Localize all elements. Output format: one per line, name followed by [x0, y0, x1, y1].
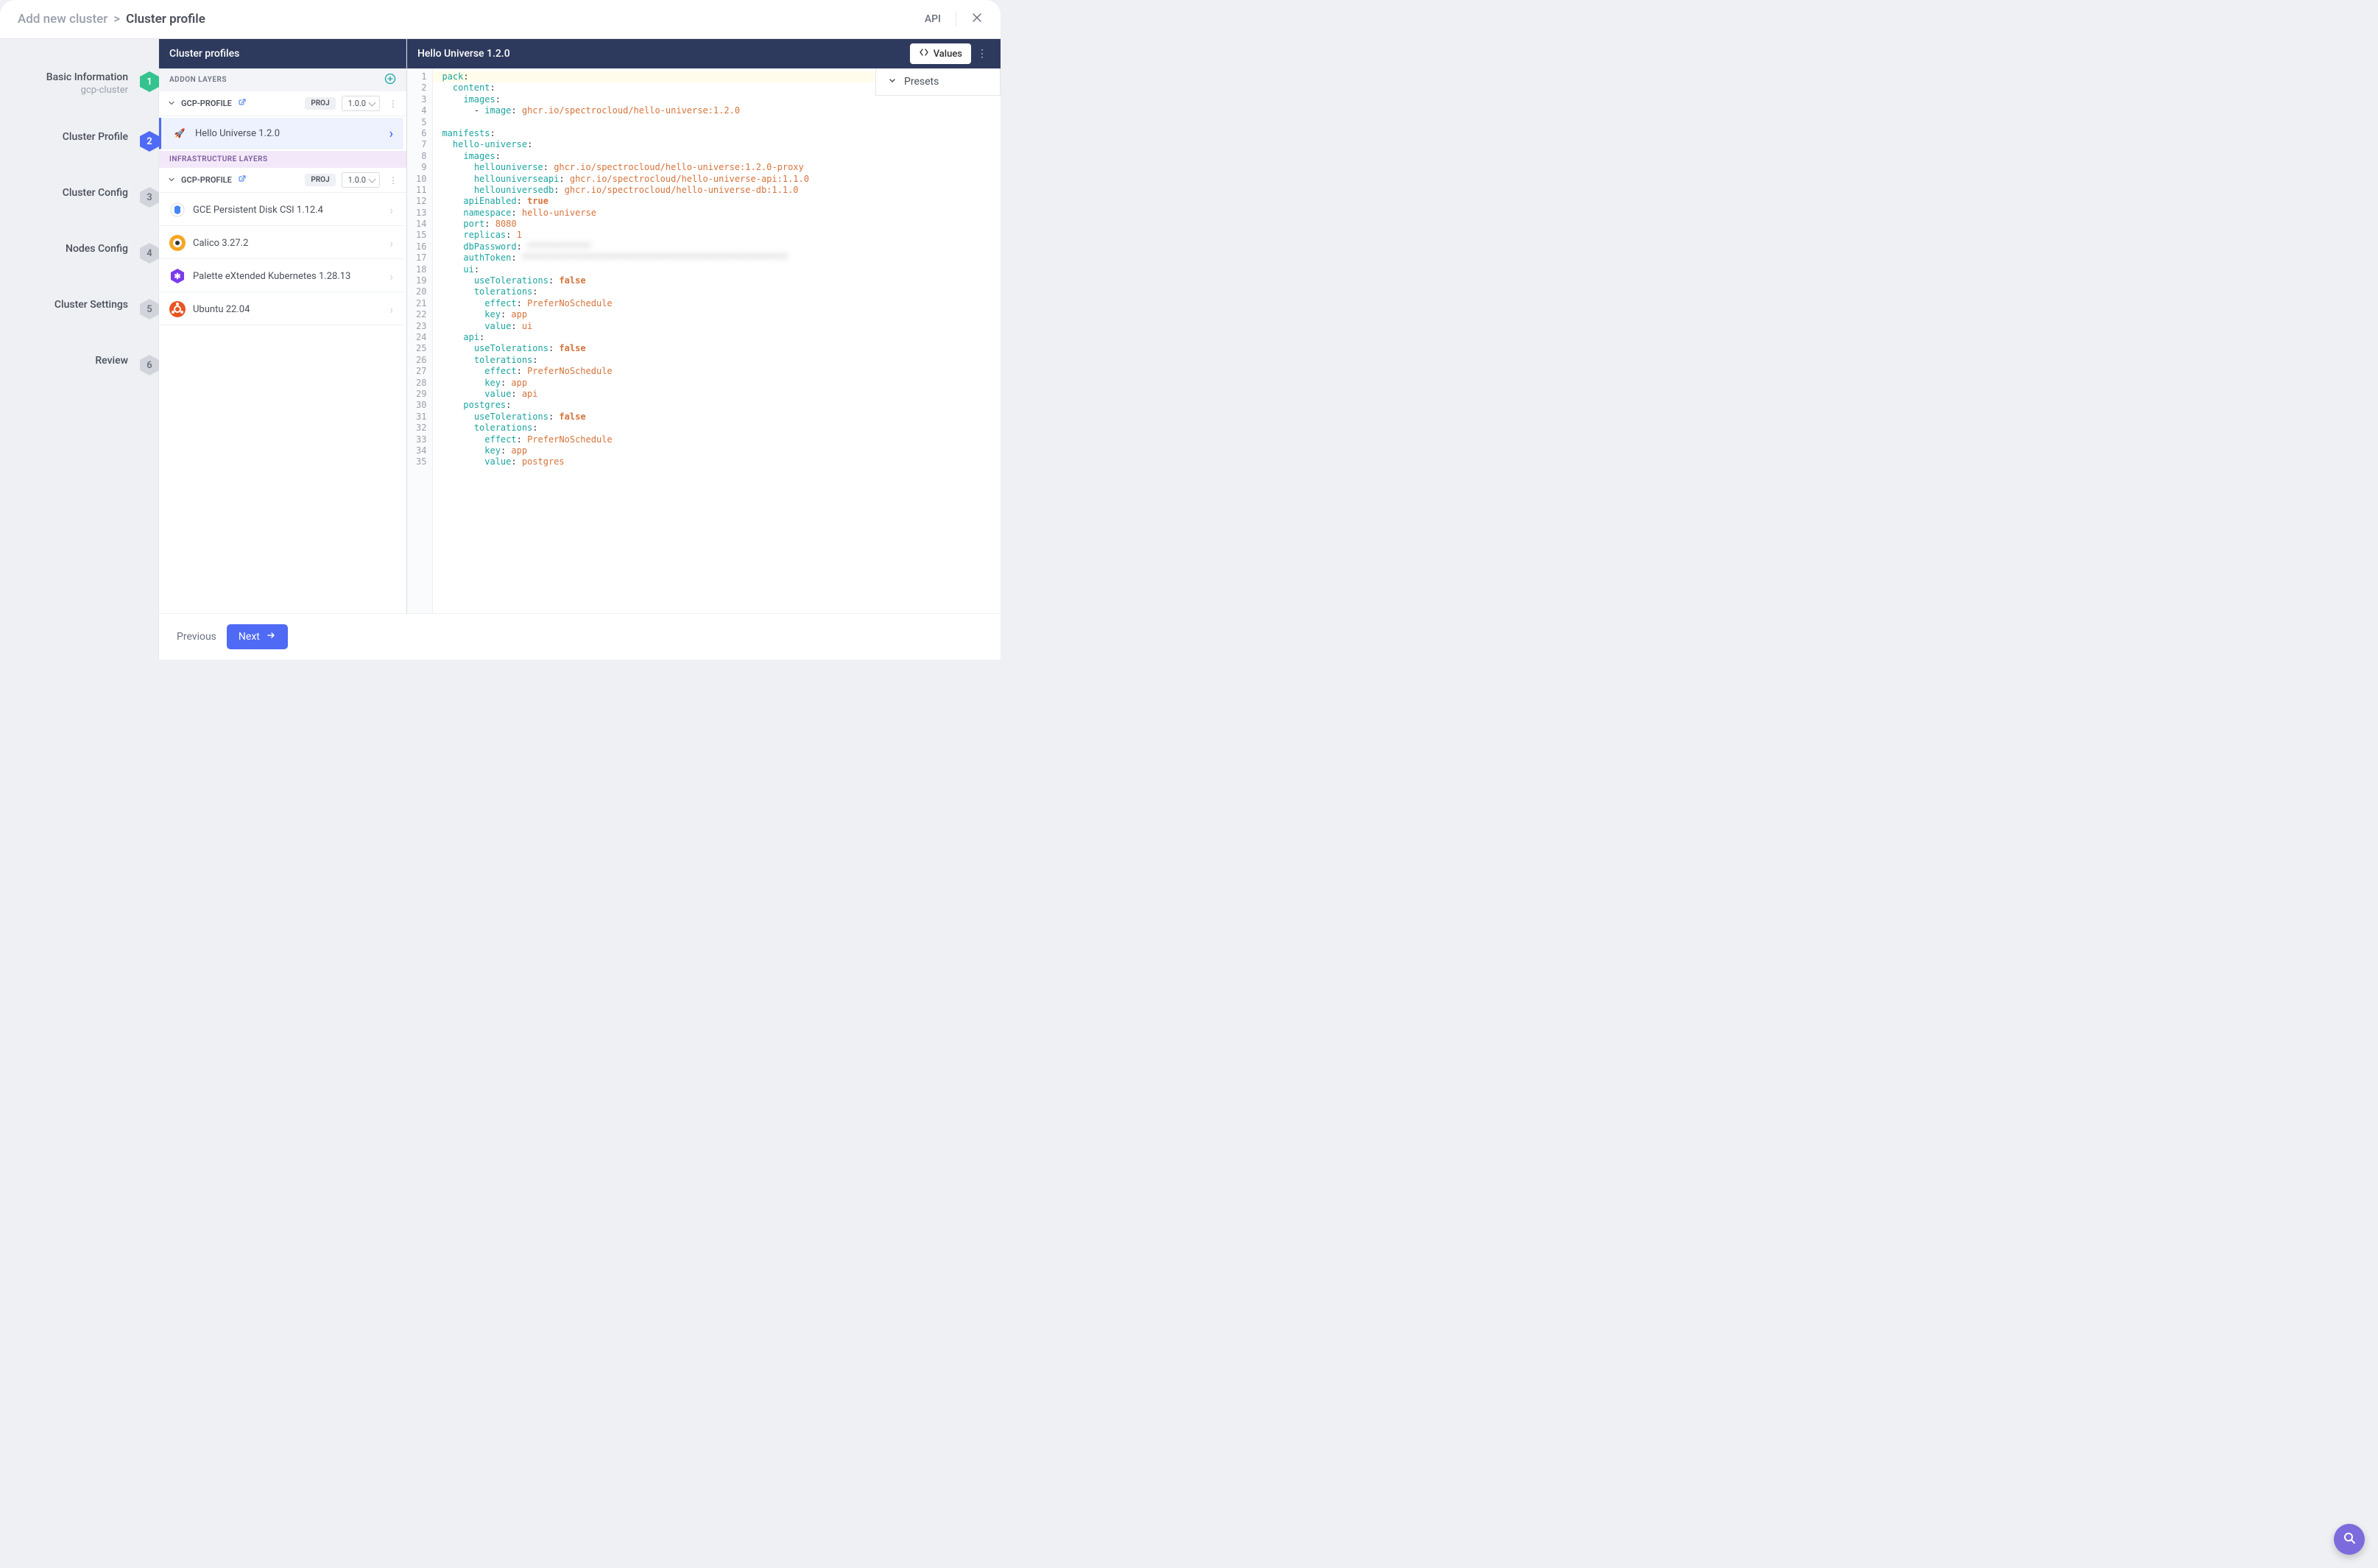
step-6[interactable]: Review 6 — [0, 355, 158, 375]
layer-item[interactable]: GCE Persistent Disk CSI 1.12.4 — [159, 194, 403, 226]
step-badge: 2 — [140, 131, 159, 152]
profile-name[interactable]: GCP-PROFILE — [181, 99, 232, 108]
kebab-icon[interactable]: ⋮ — [389, 99, 398, 109]
step-badge: 5 — [140, 299, 159, 319]
step-title: Cluster Settings — [54, 299, 128, 311]
step-badge: 4 — [140, 243, 159, 264]
step-3[interactable]: Cluster Config 3 — [0, 187, 158, 208]
infra-section-label: INFRASTRUCTURE LAYERS — [169, 155, 268, 163]
step-title: Cluster Profile — [63, 131, 128, 143]
step-title: Review — [95, 355, 128, 367]
layer-item[interactable]: Calico 3.27.2 — [159, 227, 403, 259]
wizard-stepper: Basic Information gcp-cluster 1 Cluster Pro… — [0, 39, 159, 660]
breadcrumb-current: Cluster profile — [126, 12, 205, 27]
previous-button[interactable]: Previous — [177, 631, 216, 643]
svg-text:✱: ✱ — [174, 272, 180, 281]
step-4[interactable]: Nodes Config 4 — [0, 243, 158, 264]
kebab-icon[interactable]: ⋮ — [389, 175, 398, 186]
scope-badge: PROJ — [305, 174, 335, 186]
step-badge: 3 — [140, 187, 159, 208]
step-badge: 6 — [140, 355, 159, 375]
infra-profile-row: GCP-PROFILE PROJ 1.0.0 ⋮ — [159, 168, 406, 193]
layers-panel-title: Cluster profiles — [159, 39, 406, 68]
close-icon[interactable] — [971, 12, 983, 27]
infra-section-header: INFRASTRUCTURE LAYERS — [159, 151, 406, 168]
step-1[interactable]: Basic Information gcp-cluster 1 — [0, 71, 158, 96]
values-button-label: Values — [934, 49, 962, 60]
help-fab[interactable] — [2334, 1524, 2365, 1555]
next-button[interactable]: Next — [227, 624, 288, 649]
editor-panel: Hello Universe 1.2.0 Values ⋮ 1234567891… — [406, 39, 1001, 613]
arrow-right-icon — [266, 630, 276, 643]
next-button-label: Next — [239, 631, 260, 643]
link-icon[interactable] — [238, 98, 247, 109]
step-subtitle: gcp-cluster — [46, 85, 128, 96]
step-5[interactable]: Cluster Settings 5 — [0, 299, 158, 319]
link-icon[interactable] — [238, 174, 247, 186]
api-link[interactable]: API — [925, 13, 941, 25]
breadcrumb-separator: > — [113, 12, 120, 27]
values-button[interactable]: Values — [910, 43, 971, 64]
chevron-down-icon — [888, 76, 897, 88]
addon-section-label: ADDON LAYERS — [169, 76, 227, 84]
addon-section-header: ADDON LAYERS — [159, 68, 406, 91]
profile-name[interactable]: GCP-PROFILE — [181, 175, 232, 185]
search-icon — [2342, 1530, 2357, 1548]
layer-name: Hello Universe 1.2.0 — [195, 128, 280, 139]
layer-name: Ubuntu 22.04 — [193, 304, 250, 315]
step-title: Cluster Config — [63, 187, 128, 199]
step-title: Basic Information — [46, 71, 128, 83]
step-badge: 1 — [140, 71, 159, 92]
step-title: Nodes Config — [66, 243, 128, 255]
step-2[interactable]: Cluster Profile 2 — [0, 131, 158, 152]
editor-title: Hello Universe 1.2.0 — [417, 48, 510, 60]
version-select[interactable]: 1.0.0 — [342, 172, 380, 188]
chevron-down-icon[interactable] — [168, 99, 175, 109]
add-layer-icon[interactable] — [384, 73, 396, 87]
breadcrumb-parent[interactable]: Add new cluster — [18, 12, 107, 27]
kebab-icon[interactable]: ⋮ — [974, 45, 990, 63]
layer-name: Calico 3.27.2 — [193, 238, 248, 249]
presets-label: Presets — [904, 76, 939, 88]
presets-dropdown[interactable]: Presets — [875, 68, 1001, 96]
header: Add new cluster > Cluster profile API — [0, 0, 1001, 39]
editor-header: Hello Universe 1.2.0 Values ⋮ — [407, 39, 1001, 68]
addon-profile-row: GCP-PROFILE PROJ 1.0.0 ⋮ — [159, 91, 406, 116]
layer-name: GCE Persistent Disk CSI 1.12.4 — [193, 205, 323, 216]
yaml-editor[interactable]: 1234567891011121314151617181920212223242… — [407, 68, 1001, 613]
version-select[interactable]: 1.0.0 — [342, 96, 380, 111]
breadcrumb: Add new cluster > Cluster profile — [18, 12, 205, 27]
layers-panel: Cluster profiles ADDON LAYERS GCP-PROFIL… — [159, 39, 406, 613]
chevron-down-icon[interactable] — [168, 175, 175, 186]
scope-badge: PROJ — [305, 97, 335, 110]
line-gutter: 1234567891011121314151617181920212223242… — [407, 68, 433, 613]
layer-item[interactable]: Ubuntu 22.04 — [159, 294, 403, 325]
layer-item[interactable]: 🚀Hello Universe 1.2.0 — [159, 118, 403, 149]
code-icon — [919, 47, 929, 60]
wizard-footer: Previous Next — [159, 613, 1001, 660]
code-area[interactable]: pack: content: images: - image: ghcr.io/… — [433, 68, 818, 613]
layer-name: Palette eXtended Kubernetes 1.28.13 — [193, 271, 350, 282]
layer-item[interactable]: ✱ Palette eXtended Kubernetes 1.28.13 — [159, 261, 403, 292]
